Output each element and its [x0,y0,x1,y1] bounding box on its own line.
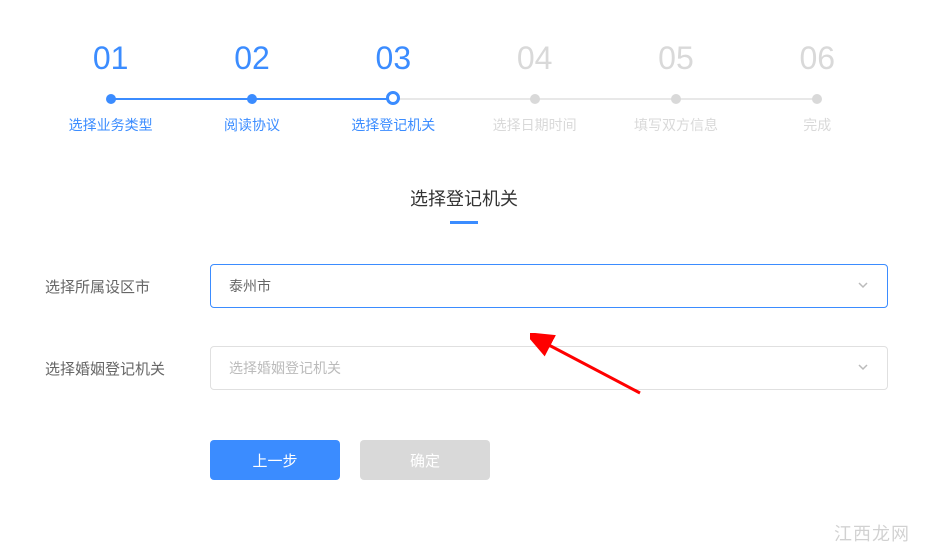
city-value: 泰州市 [229,276,271,296]
step-dot [671,94,681,104]
step-label: 选择业务类型 [69,115,153,135]
city-row: 选择所属设区市 泰州市 [40,264,888,308]
step-label: 选择日期时间 [493,115,577,135]
stepper: 01 选择业务类型 02 阅读协议 03 选择登记机关 04 选择日期时间 05… [0,0,928,135]
step-dot [106,94,116,104]
step-number: 05 [658,40,694,77]
step-dot [530,94,540,104]
step-dot [386,91,400,105]
step-4: 04 选择日期时间 [464,40,605,135]
section-title: 选择登记机关 [40,185,888,211]
button-row: 上一步 确定 [210,440,888,480]
step-dot [247,94,257,104]
step-number: 03 [376,40,412,77]
agency-row: 选择婚姻登记机关 选择婚姻登记机关 [40,346,888,390]
agency-select[interactable]: 选择婚姻登记机关 [210,346,888,390]
step-number: 01 [93,40,129,77]
step-label: 填写双方信息 [634,115,718,135]
city-select[interactable]: 泰州市 [210,264,888,308]
step-5: 05 填写双方信息 [605,40,746,135]
step-6: 06 完成 [747,40,888,135]
step-2: 02 阅读协议 [181,40,322,135]
step-label: 完成 [803,115,831,135]
chevron-down-icon [857,279,869,294]
step-label: 选择登记机关 [351,115,435,135]
prev-button[interactable]: 上一步 [210,440,340,480]
watermark: 江西龙网 [834,520,910,546]
agency-placeholder: 选择婚姻登记机关 [229,358,341,378]
content-area: 选择登记机关 选择所属设区市 泰州市 选择婚姻登记机关 选择婚姻登记机关 上一步… [0,135,928,480]
step-3: 03 选择登记机关 [323,40,464,135]
chevron-down-icon [857,361,869,376]
step-number: 06 [800,40,836,77]
agency-label: 选择婚姻登记机关 [40,358,210,379]
step-1: 01 选择业务类型 [40,40,181,135]
confirm-button[interactable]: 确定 [360,440,490,480]
city-label: 选择所属设区市 [40,276,210,297]
step-dot [812,94,822,104]
step-number: 04 [517,40,553,77]
section-underline [450,221,478,224]
step-label: 阅读协议 [224,115,280,135]
step-number: 02 [234,40,270,77]
